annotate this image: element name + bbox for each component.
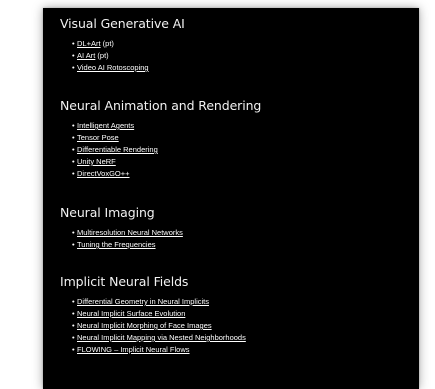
link-list: • Multiresolution Neural Networks • Tuning… bbox=[60, 227, 409, 251]
link-video-ai-rotoscoping[interactable]: Video AI Rotoscoping bbox=[77, 63, 149, 72]
list-item: • Neural Implicit Morphing of Face Images bbox=[72, 320, 409, 332]
section-visual-generative-ai: Visual Generative AI • DL+Art (pt) • AI Ar… bbox=[60, 16, 409, 89]
link-ai-art[interactable]: AI Art bbox=[77, 51, 95, 60]
bullet-icon: • bbox=[72, 157, 75, 166]
link-differentiable-rendering[interactable]: Differentiable Rendering bbox=[77, 145, 158, 154]
link-dl-art[interactable]: DL+Art bbox=[77, 39, 101, 48]
link-tensor-pose[interactable]: Tensor Pose bbox=[77, 133, 119, 142]
bullet-icon: • bbox=[72, 63, 75, 72]
link-multiresolution-neural-networks[interactable]: Multiresolution Neural Networks bbox=[77, 228, 183, 237]
bullet-icon: • bbox=[72, 297, 75, 306]
link-flowing[interactable]: FLOWING – Implicit Neural Flows bbox=[77, 345, 190, 354]
list-item: • Differentiable Rendering bbox=[72, 144, 409, 156]
link-neural-implicit-surface-evolution[interactable]: Neural Implicit Surface Evolution bbox=[77, 309, 185, 318]
section-title: Neural Animation and Rendering bbox=[60, 98, 262, 113]
section-implicit-neural-fields: Implicit Neural Fields • Differential Geo… bbox=[60, 274, 409, 384]
bullet-icon: • bbox=[72, 321, 75, 330]
link-list: • DL+Art (pt) • AI Art (pt) • Video AI Roto… bbox=[60, 38, 409, 74]
list-item: • DirectVoxGO++ bbox=[72, 168, 409, 180]
list-item: • Differential Geometry in Neural Implici… bbox=[72, 296, 409, 308]
link-neural-implicit-morphing[interactable]: Neural Implicit Morphing of Face Images bbox=[77, 321, 212, 330]
link-differential-geometry[interactable]: Differential Geometry in Neural Implicit… bbox=[77, 297, 209, 306]
list-item: • Video AI Rotoscoping bbox=[72, 62, 409, 74]
link-suffix: (pt) bbox=[95, 51, 109, 60]
bullet-icon: • bbox=[72, 169, 75, 178]
bullet-icon: • bbox=[72, 333, 75, 342]
link-directvoxgo[interactable]: DirectVoxGO++ bbox=[77, 169, 130, 178]
link-tuning-the-frequencies[interactable]: Tuning the Frequencies bbox=[77, 240, 156, 249]
bullet-icon: • bbox=[72, 240, 75, 249]
list-item: • Neural Implicit Mapping via Nested Neig… bbox=[72, 332, 409, 344]
bullet-icon: • bbox=[72, 309, 75, 318]
link-unity-nerf[interactable]: Unity NeRF bbox=[77, 157, 116, 166]
list-item: • Neural Implicit Surface Evolution bbox=[72, 308, 409, 320]
bullet-icon: • bbox=[72, 51, 75, 60]
bullet-icon: • bbox=[72, 145, 75, 154]
bullet-icon: • bbox=[72, 345, 75, 354]
list-item: • Multiresolution Neural Networks bbox=[72, 227, 409, 239]
section-neural-animation-rendering: Neural Animation and Rendering • Intellig… bbox=[60, 98, 409, 196]
section-title: Visual Generative AI bbox=[60, 16, 185, 31]
list-item: • Tensor Pose bbox=[72, 132, 409, 144]
list-item: • AI Art (pt) bbox=[72, 50, 409, 62]
section-title: Implicit Neural Fields bbox=[60, 274, 189, 289]
list-item: • Tuning the Frequencies bbox=[72, 239, 409, 251]
link-list: • Intelligent Agents • Tensor Pose • Differ… bbox=[60, 120, 409, 180]
link-list: • Differential Geometry in Neural Implici… bbox=[60, 296, 409, 356]
list-item: • Intelligent Agents bbox=[72, 120, 409, 132]
bullet-icon: • bbox=[72, 133, 75, 142]
link-neural-implicit-mapping[interactable]: Neural Implicit Mapping via Nested Neigh… bbox=[77, 333, 246, 342]
page-window: Visual Generative AI • DL+Art (pt) • AI Ar… bbox=[43, 8, 419, 389]
page-content: Visual Generative AI • DL+Art (pt) • AI Ar… bbox=[60, 16, 409, 389]
bullet-icon: • bbox=[72, 121, 75, 130]
link-intelligent-agents[interactable]: Intelligent Agents bbox=[77, 121, 134, 130]
bullet-icon: • bbox=[72, 228, 75, 237]
link-suffix: (pt) bbox=[100, 39, 114, 48]
list-item: • Unity NeRF bbox=[72, 156, 409, 168]
list-item: • DL+Art (pt) bbox=[72, 38, 409, 50]
section-title: Neural Imaging bbox=[60, 205, 155, 220]
bullet-icon: • bbox=[72, 39, 75, 48]
section-neural-imaging: Neural Imaging • Multiresolution Neural N… bbox=[60, 205, 409, 265]
list-item: • FLOWING – Implicit Neural Flows bbox=[72, 344, 409, 356]
